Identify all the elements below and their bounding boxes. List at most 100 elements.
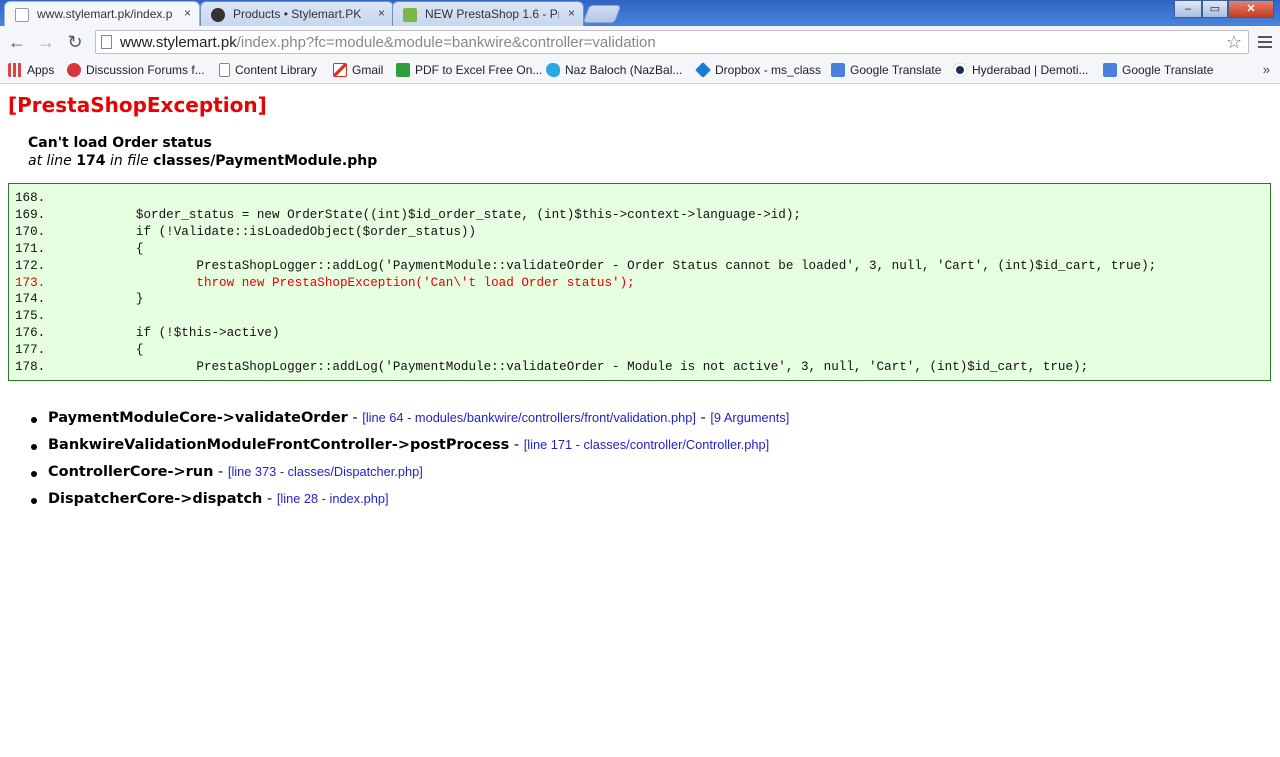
tab-prestashop-forum[interactable]: NEW PrestaShop 1.6 - Pres × — [392, 1, 584, 26]
back-button[interactable]: ← — [6, 32, 28, 54]
stack-trace-item: DispatcherCore->dispatch - [line 28 - in… — [28, 491, 789, 518]
bookmark-naz-baloch[interactable]: Naz Baloch (NazBal... — [546, 63, 682, 77]
reload-button[interactable]: ↻ — [64, 32, 86, 54]
address-bar[interactable]: www.stylemart.pk/index.php?fc=module&mod… — [95, 30, 1249, 54]
exception-message-block: Can't load Order status at line 174 in f… — [28, 135, 377, 169]
at-line-label: at line — [28, 153, 72, 169]
maximize-button[interactable]: ▭ — [1202, 0, 1228, 18]
in-file-label: in file — [109, 153, 149, 169]
bookmark-label: Discussion Forums f... — [86, 63, 205, 77]
code-line-number: 175. — [15, 309, 46, 324]
code-lines: 168. 169. $order_status = new OrderState(… — [9, 184, 1270, 376]
bookmark-label: Apps — [27, 63, 55, 77]
bookmark-hyderabad[interactable]: Hyderabad | Demoti... — [953, 63, 1089, 77]
bookmark-label: Google Translate — [1122, 63, 1214, 77]
code-excerpt: 168. 169. $order_status = new OrderState(… — [8, 183, 1271, 381]
stack-arguments-link[interactable]: [9 Arguments] — [710, 410, 789, 425]
exception-location: at line 174 in file classes/PaymentModul… — [28, 153, 377, 169]
twitter-icon — [546, 63, 560, 77]
code-line-highlighted: 173. throw new PrestaShopException('Can\… — [15, 275, 1270, 292]
stack-file-link[interactable]: [line 373 - classes/Dispatcher.php] — [228, 464, 423, 479]
gmail-icon — [333, 63, 347, 77]
stack-file-link[interactable]: [line 171 - classes/controller/Controlle… — [524, 437, 769, 452]
url-host: www.stylemart.pk — [120, 34, 237, 51]
code-line-number: 176. — [15, 326, 46, 341]
minimize-button[interactable]: – — [1174, 0, 1202, 18]
code-line-number: 177. — [15, 343, 46, 358]
bookmark-label: Hyderabad | Demoti... — [972, 63, 1089, 77]
code-line-text: if (!Validate::isLoadedObject($order_sta… — [45, 224, 477, 239]
close-window-button[interactable]: ✕ — [1228, 0, 1274, 18]
tab-title: NEW PrestaShop 1.6 - Pres — [425, 7, 559, 21]
bookmark-dropbox[interactable]: Dropbox - ms_class — [695, 62, 822, 78]
url-text[interactable]: www.stylemart.pk/index.php?fc=module&mod… — [120, 34, 656, 51]
tab-products[interactable]: Products • Stylemart.PK × — [200, 1, 394, 26]
bookmark-google-translate[interactable]: Google Translate — [831, 63, 941, 77]
bookmark-apps[interactable]: Apps — [8, 63, 54, 77]
new-tab-button[interactable] — [582, 5, 622, 23]
code-line-number: 171. — [15, 241, 46, 256]
stack-call: PaymentModuleCore->validateOrder — [48, 410, 348, 426]
bookmark-label: Google Translate — [850, 63, 942, 77]
exception-message: Can't load Order status — [28, 135, 212, 151]
code-line: 177. { — [15, 342, 1270, 359]
code-line-text: PrestaShopLogger::addLog('PaymentModule:… — [45, 258, 1157, 273]
bookmark-star-icon[interactable]: ☆ — [1226, 32, 1242, 53]
stack-trace-item: PaymentModuleCore->validateOrder - [line… — [28, 410, 789, 437]
exception-file: classes/PaymentModule.php — [153, 153, 378, 169]
translate-icon — [831, 63, 845, 77]
code-line: 172. PrestaShopLogger::addLog('PaymentMo… — [15, 258, 1270, 275]
bookmark-label: Dropbox - ms_class — [715, 63, 822, 77]
stack-call: DispatcherCore->dispatch — [48, 491, 263, 507]
stack-call: BankwireValidationModuleFrontController-… — [48, 437, 510, 453]
code-line: 169. $order_status = new OrderState((int… — [15, 207, 1270, 224]
page-icon — [15, 8, 29, 22]
forum-icon — [67, 63, 81, 77]
close-tab-icon[interactable]: × — [378, 6, 385, 20]
stack-separator: - — [347, 410, 363, 426]
apps-grid-icon — [8, 63, 22, 77]
stack-file-link[interactable]: [line 28 - index.php] — [277, 491, 389, 506]
bookmarks-overflow-chevron-icon[interactable]: » — [1263, 62, 1270, 77]
exception-line-number: 174 — [76, 153, 106, 169]
stack-separator: - — [213, 464, 228, 480]
stack-trace-item: ControllerCore->run - [line 373 - classe… — [28, 464, 789, 491]
forward-button[interactable]: → — [35, 32, 57, 54]
bookmark-pdf-to-excel[interactable]: PDF to Excel Free On... — [396, 63, 542, 77]
chrome-menu-icon[interactable] — [1258, 36, 1272, 48]
close-tab-icon[interactable]: × — [184, 6, 191, 20]
tab-stylemart-index[interactable]: www.stylemart.pk/index.p × — [4, 1, 200, 26]
browser-toolbar: ← → ↻ www.stylemart.pk/index.php?fc=modu… — [0, 26, 1280, 60]
code-line-text: { — [45, 343, 144, 358]
stack-call: ControllerCore->run — [48, 464, 214, 480]
code-line: 171. { — [15, 241, 1270, 258]
code-line: 174. } — [15, 291, 1270, 308]
stack-trace-item: BankwireValidationModuleFrontController-… — [28, 437, 789, 464]
bookmark-discussion-forums[interactable]: Discussion Forums f... — [67, 63, 205, 77]
code-line-text: if (!$this->active) — [45, 326, 280, 341]
code-line-number: 172. — [15, 258, 46, 273]
bookmarks-bar: Apps Discussion Forums f... Content Libr… — [0, 59, 1280, 84]
code-line: 175. — [15, 308, 1270, 325]
code-line-number: 173. — [15, 275, 46, 290]
circle-logo-icon — [953, 63, 967, 77]
tab-strip: www.stylemart.pk/index.p × Products • St… — [0, 0, 1280, 26]
close-tab-icon[interactable]: × — [568, 6, 575, 20]
bookmark-content-library[interactable]: Content Library — [219, 63, 317, 77]
code-line-number: 174. — [15, 292, 46, 307]
code-line: 168. — [15, 190, 1270, 207]
dropbox-icon — [695, 62, 711, 78]
exception-title: [PrestaShopException] — [8, 93, 267, 117]
page-icon — [219, 63, 230, 77]
tab-title: Products • Stylemart.PK — [233, 7, 362, 21]
code-line-text: $order_status = new OrderState((int)$id_… — [45, 207, 801, 222]
code-line-number: 178. — [15, 360, 46, 375]
bookmark-google-translate-2[interactable]: Google Translate — [1103, 63, 1213, 77]
code-line-number: 170. — [15, 224, 46, 239]
bookmark-gmail[interactable]: Gmail — [333, 63, 383, 77]
stack-separator: - — [262, 491, 277, 507]
stack-file-link[interactable]: [line 64 - modules/bankwire/controllers/… — [362, 410, 696, 425]
code-line-number: 168. — [15, 191, 46, 205]
bookmark-label: Naz Baloch (NazBal... — [565, 63, 683, 77]
stack-separator: - — [509, 437, 524, 453]
